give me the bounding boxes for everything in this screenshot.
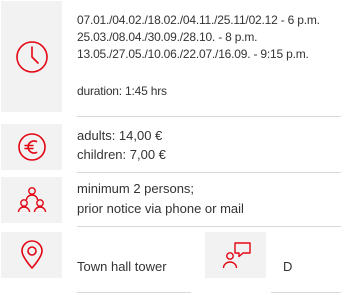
divider bbox=[271, 292, 341, 293]
speech-icon bbox=[222, 242, 251, 269]
duration-text: duration: 1:45 hrs bbox=[77, 84, 167, 98]
people-icon-tile bbox=[1, 177, 62, 223]
schedule-line-3: 13.05./27.05./10.06./22.07./16.09. - 9:1… bbox=[77, 47, 309, 61]
schedule-line-2: 25.03./08.04./30.09./28.10. - 8 p.m. bbox=[77, 30, 258, 44]
euro-icon bbox=[17, 133, 46, 161]
group-line-1: minimum 2 persons; bbox=[77, 181, 195, 196]
clock-icon-tile bbox=[1, 1, 62, 112]
clock-icon bbox=[15, 40, 48, 73]
divider bbox=[77, 292, 191, 293]
divider bbox=[77, 116, 341, 117]
divider bbox=[77, 226, 341, 227]
group-line-2: prior notice via phone or mail bbox=[77, 201, 244, 216]
language-label: D bbox=[283, 259, 293, 274]
people-icon bbox=[17, 187, 46, 213]
divider bbox=[77, 172, 341, 173]
location-icon-tile bbox=[1, 232, 62, 278]
price-adults: adults: 14,00 € bbox=[77, 128, 163, 143]
speech-icon-tile bbox=[205, 232, 266, 278]
euro-icon-tile bbox=[1, 124, 62, 170]
location-pin-icon bbox=[20, 240, 43, 269]
schedule-line-1: 07.01./04.02./18.02./04.11./25.11/02.12 … bbox=[77, 13, 320, 27]
location-label: Town hall tower bbox=[77, 259, 167, 274]
price-children: children: 7,00 € bbox=[77, 147, 166, 162]
